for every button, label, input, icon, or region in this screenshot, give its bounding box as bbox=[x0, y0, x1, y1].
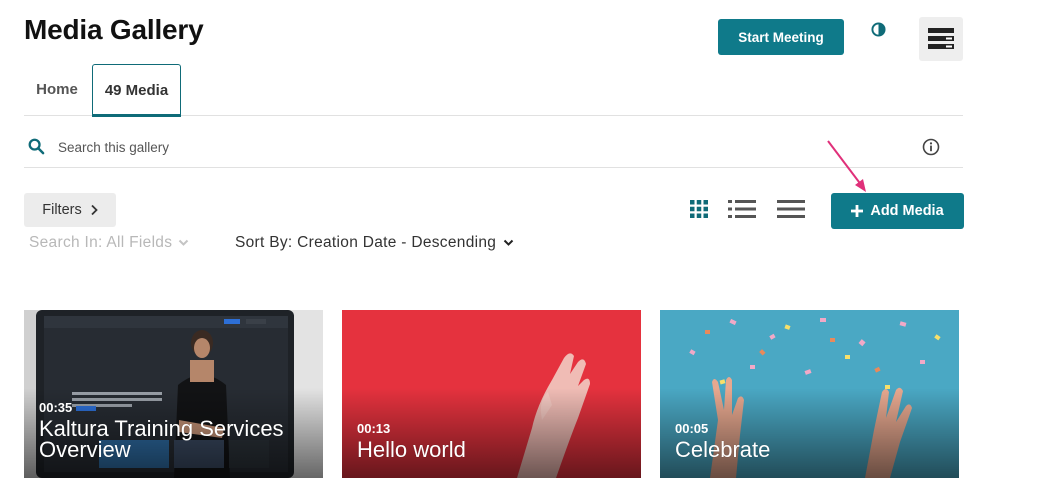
search-input[interactable] bbox=[58, 136, 878, 158]
media-title[interactable]: Hello world bbox=[357, 439, 627, 461]
annotation-arrow-icon bbox=[827, 140, 866, 192]
contrast-icon[interactable] bbox=[871, 22, 886, 37]
sort-by-dropdown[interactable]: Sort By: Creation Date - Descending bbox=[235, 234, 514, 252]
compact-view-icon[interactable] bbox=[777, 199, 805, 219]
info-icon[interactable] bbox=[922, 138, 940, 156]
tab-home[interactable]: Home bbox=[24, 64, 90, 115]
start-meeting-button[interactable]: Start Meeting bbox=[718, 19, 844, 55]
page-title: Media Gallery bbox=[24, 14, 204, 45]
search-in-dropdown[interactable]: Search In: All Fields bbox=[29, 234, 189, 252]
tab-media[interactable]: 49 Media bbox=[92, 64, 181, 117]
add-media-label: Add Media bbox=[870, 203, 944, 219]
filters-button[interactable]: Filters bbox=[24, 193, 116, 227]
plus-icon bbox=[851, 205, 864, 217]
user-menu-icon bbox=[928, 28, 954, 49]
search-icon bbox=[28, 138, 45, 155]
media-title[interactable]: Celebrate bbox=[675, 439, 945, 461]
media-duration: 00:05 bbox=[675, 421, 709, 436]
media-duration: 00:13 bbox=[357, 421, 391, 436]
media-card[interactable]: 00:05 Celebrate bbox=[660, 310, 959, 478]
media-title[interactable]: Kaltura Training Services Overview bbox=[39, 418, 309, 461]
add-media-button[interactable]: Add Media bbox=[831, 193, 964, 229]
media-duration: 00:35 bbox=[39, 400, 73, 415]
gallery-tabs: Home 49 Media bbox=[24, 64, 963, 117]
user-menu-button[interactable] bbox=[919, 17, 963, 61]
media-card[interactable]: 00:35 Kaltura Training Services Overview bbox=[24, 310, 323, 478]
chevron-down-icon bbox=[179, 239, 189, 246]
chevron-right-icon bbox=[91, 204, 98, 216]
search-in-label: Search In: All Fields bbox=[29, 234, 173, 251]
details-view-icon[interactable] bbox=[728, 199, 756, 219]
chevron-down-icon bbox=[503, 239, 514, 246]
filters-label: Filters bbox=[42, 202, 82, 218]
sort-by-label: Sort By: Creation Date - Descending bbox=[235, 234, 497, 251]
media-card[interactable]: 00:13 Hello world bbox=[342, 310, 641, 478]
grid-view-icon[interactable] bbox=[689, 199, 709, 219]
